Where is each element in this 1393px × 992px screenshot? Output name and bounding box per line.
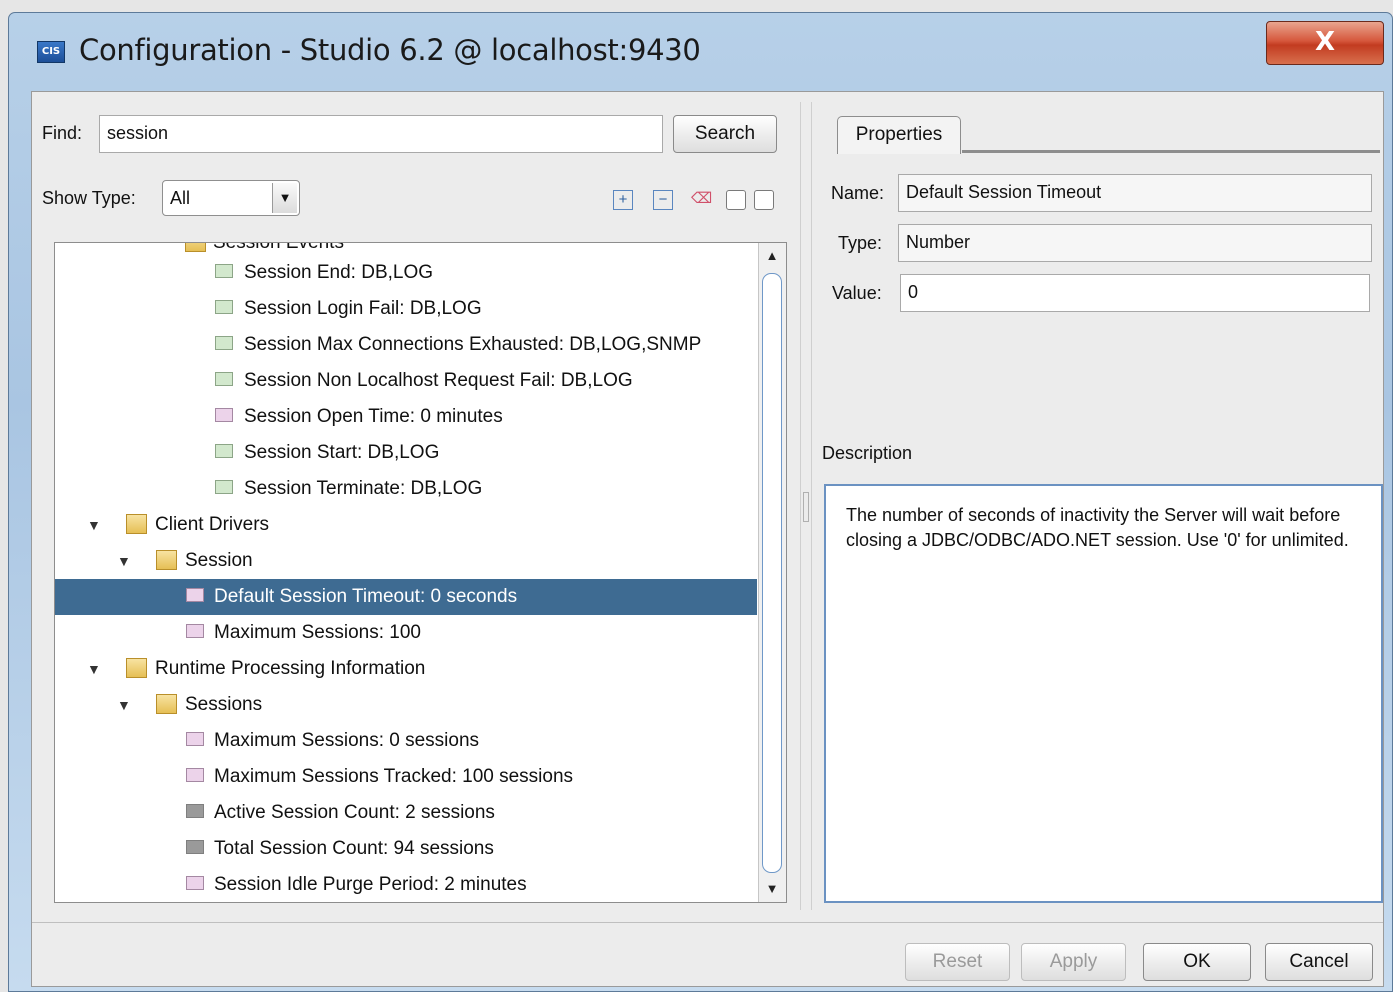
tree-row-label: Session: [185, 550, 253, 571]
scroll-down-arrow-icon[interactable]: ▼: [761, 878, 783, 900]
tree-row[interactable]: ▼ Client Drivers: [55, 507, 757, 543]
folder-icon: [156, 550, 177, 570]
show-type-value: All: [170, 188, 191, 208]
folder-icon: [126, 514, 147, 534]
number-item-icon: [186, 732, 204, 746]
tree-row-label: Session Idle Purge Period: 2 minutes: [214, 874, 527, 895]
tree-row-label: Default Session Timeout: 0 seconds: [214, 586, 518, 607]
splitter-grip-icon[interactable]: [803, 492, 809, 522]
search-button[interactable]: Search: [673, 115, 777, 153]
collapse-all-icon[interactable]: −: [653, 190, 673, 210]
tree-row[interactable]: ▼ Session: [55, 543, 757, 579]
folder-icon: [185, 243, 206, 252]
tree-row[interactable]: Active Session Count: 2 sessions: [55, 795, 757, 831]
tree-row-label: Maximum Sessions Tracked: 100 sessions: [214, 766, 574, 787]
tree-row[interactable]: Maximum Sessions: 100: [55, 615, 757, 651]
statistic-item-icon: [186, 804, 204, 818]
dialog-body: Find: session Search Show Type: All ▼ + …: [31, 91, 1384, 987]
tree-row[interactable]: Maximum Sessions Tracked: 100 sessions: [55, 759, 757, 795]
config-item-icon: [215, 264, 233, 278]
tree-row-label: Session End: DB,LOG: [244, 262, 434, 283]
find-input[interactable]: session: [99, 115, 663, 153]
config-item-icon: [215, 480, 233, 494]
name-field[interactable]: Default Session Timeout: [898, 174, 1372, 212]
value-input[interactable]: 0: [900, 274, 1370, 312]
scroll-up-arrow-icon[interactable]: ▲: [761, 245, 783, 267]
folder-icon: [156, 694, 177, 714]
folder-icon: [126, 658, 147, 678]
statistic-item-icon: [186, 840, 204, 854]
description-label: Description: [822, 443, 913, 463]
footer-divider: [32, 922, 1383, 923]
tree-row-label: Maximum Sessions: 100: [214, 622, 421, 643]
tree-row[interactable]: Total Session Count: 94 sessions: [55, 831, 757, 867]
name-label: Name:: [831, 183, 885, 203]
tree-row-label: Session Start: DB,LOG: [244, 442, 440, 463]
tree-row[interactable]: Session Idle Purge Period: 2 minutes: [55, 867, 757, 902]
show-type-label: Show Type:: [42, 188, 136, 208]
number-item-icon: [186, 588, 204, 602]
title-bar[interactable]: CIS Configuration - Studio 6.2 @ localho…: [9, 13, 1392, 91]
tree-row[interactable]: Session End: DB,LOG: [55, 255, 757, 291]
type-label: Type:: [838, 233, 883, 253]
number-item-icon: [186, 876, 204, 890]
ok-button[interactable]: OK: [1143, 943, 1251, 981]
tree-row[interactable]: ▼ Runtime Processing Information: [55, 651, 757, 687]
type-field[interactable]: Number: [898, 224, 1372, 262]
tree-row-label: Session Login Fail: DB,LOG: [244, 298, 482, 319]
expand-toggle-icon[interactable]: ▼: [87, 651, 101, 687]
find-label: Find:: [42, 123, 83, 143]
tree-row-label: Session Open Time: 0 minutes: [244, 406, 503, 427]
description-text: The number of seconds of inactivity the …: [824, 484, 1383, 903]
tree-row-label: Session Terminate: DB,LOG: [244, 478, 483, 499]
tree-row[interactable]: ▼ Sessions: [55, 687, 757, 723]
config-item-icon: [215, 336, 233, 350]
tree-row[interactable]: Session Terminate: DB,LOG: [55, 471, 757, 507]
number-item-icon: [186, 624, 204, 638]
tree-row[interactable]: Session Login Fail: DB,LOG: [55, 291, 757, 327]
tree-row-label: Active Session Count: 2 sessions: [214, 802, 495, 823]
expand-all-icon[interactable]: +: [613, 190, 633, 210]
tree-row-label: Session Max Connections Exhausted: DB,LO…: [244, 334, 702, 355]
tree-row[interactable]: Session Non Localhost Request Fail: DB,L…: [55, 363, 757, 399]
tree-row-label: Sessions: [185, 694, 263, 715]
config-item-icon: [215, 300, 233, 314]
tab-properties[interactable]: Properties: [837, 116, 961, 154]
app-icon: CIS: [37, 41, 65, 63]
tab-divider: [962, 150, 1380, 153]
config-tree[interactable]: Session Events Session End: DB,LOG Sessi…: [54, 242, 787, 903]
tree-row-label: Session Non Localhost Request Fail: DB,L…: [244, 370, 633, 391]
expand-toggle-icon[interactable]: ▼: [117, 687, 131, 723]
scrollbar-thumb[interactable]: [762, 273, 782, 873]
tree-row-selected[interactable]: Default Session Timeout: 0 seconds: [55, 579, 757, 615]
tree-row-label: Runtime Processing Information: [155, 658, 426, 679]
dropdown-arrow-icon[interactable]: ▼: [272, 183, 297, 213]
value-label: Value:: [832, 283, 882, 303]
expand-toggle-icon[interactable]: ▼: [87, 507, 101, 543]
number-item-icon: [215, 408, 233, 422]
config-item-icon: [215, 372, 233, 386]
tree-row[interactable]: Session Max Connections Exhausted: DB,LO…: [55, 327, 757, 363]
config-item-icon: [215, 444, 233, 458]
close-button[interactable]: X: [1266, 21, 1384, 65]
number-item-icon: [186, 768, 204, 782]
cancel-button[interactable]: Cancel: [1265, 943, 1373, 981]
tree-row-label: Client Drivers: [155, 514, 270, 535]
show-type-select[interactable]: All ▼: [162, 180, 300, 216]
tree-row-label: Total Session Count: 94 sessions: [214, 838, 494, 859]
tree-row[interactable]: Session Start: DB,LOG: [55, 435, 757, 471]
tree-scrollbar[interactable]: ▲ ▼: [758, 243, 786, 902]
configuration-window: CIS Configuration - Studio 6.2 @ localho…: [8, 12, 1393, 992]
tree-row-label: Maximum Sessions: 0 sessions: [214, 730, 480, 751]
reset-button[interactable]: Reset: [905, 943, 1010, 981]
expand-toggle-icon[interactable]: ▼: [117, 543, 131, 579]
eraser-icon[interactable]: ⌫: [691, 190, 712, 210]
checkbox-icon[interactable]: [754, 190, 774, 210]
checkbox-icon[interactable]: [726, 190, 746, 210]
tree-row[interactable]: Maximum Sessions: 0 sessions: [55, 723, 757, 759]
window-title: Configuration - Studio 6.2 @ localhost:9…: [79, 33, 701, 67]
tree-row[interactable]: Session Open Time: 0 minutes: [55, 399, 757, 435]
apply-button[interactable]: Apply: [1021, 943, 1126, 981]
